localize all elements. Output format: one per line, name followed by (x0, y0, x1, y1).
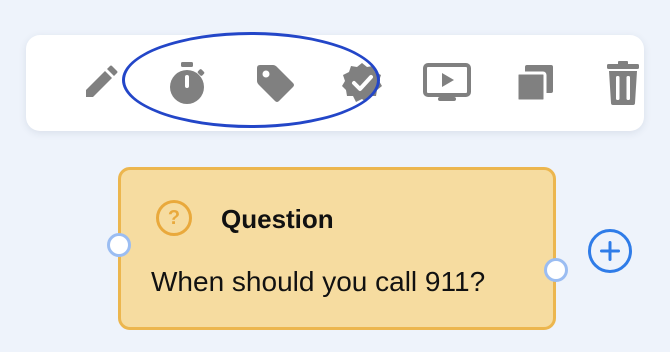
edit-button[interactable] (74, 57, 126, 109)
copy-icon (515, 65, 553, 103)
duplicate-button[interactable] (509, 57, 561, 109)
node-title: Question (221, 204, 334, 234)
tag-button[interactable] (249, 57, 301, 109)
node-question-text: When should you call 911? (151, 266, 486, 297)
play-screen-icon (423, 63, 471, 101)
preview-button[interactable] (421, 57, 473, 109)
node-toolbar (26, 35, 644, 131)
add-circle-icon (600, 241, 620, 261)
add-node-button[interactable] (588, 229, 632, 273)
pencil-icon (86, 65, 118, 97)
verified-button[interactable] (336, 57, 388, 109)
timer-button[interactable] (161, 57, 213, 109)
trash-icon (607, 61, 639, 105)
question-node[interactable]: ? Question When should you call 911? (118, 167, 556, 330)
question-mark-icon: ? (156, 200, 192, 236)
delete-button[interactable] (597, 57, 649, 109)
stopwatch-icon (170, 62, 205, 104)
input-port[interactable] (107, 233, 131, 257)
verified-badge-icon (342, 63, 382, 102)
flow-canvas[interactable]: ? Question When should you call 911? (0, 0, 670, 352)
tag-icon (257, 65, 294, 102)
output-port[interactable] (544, 258, 568, 282)
